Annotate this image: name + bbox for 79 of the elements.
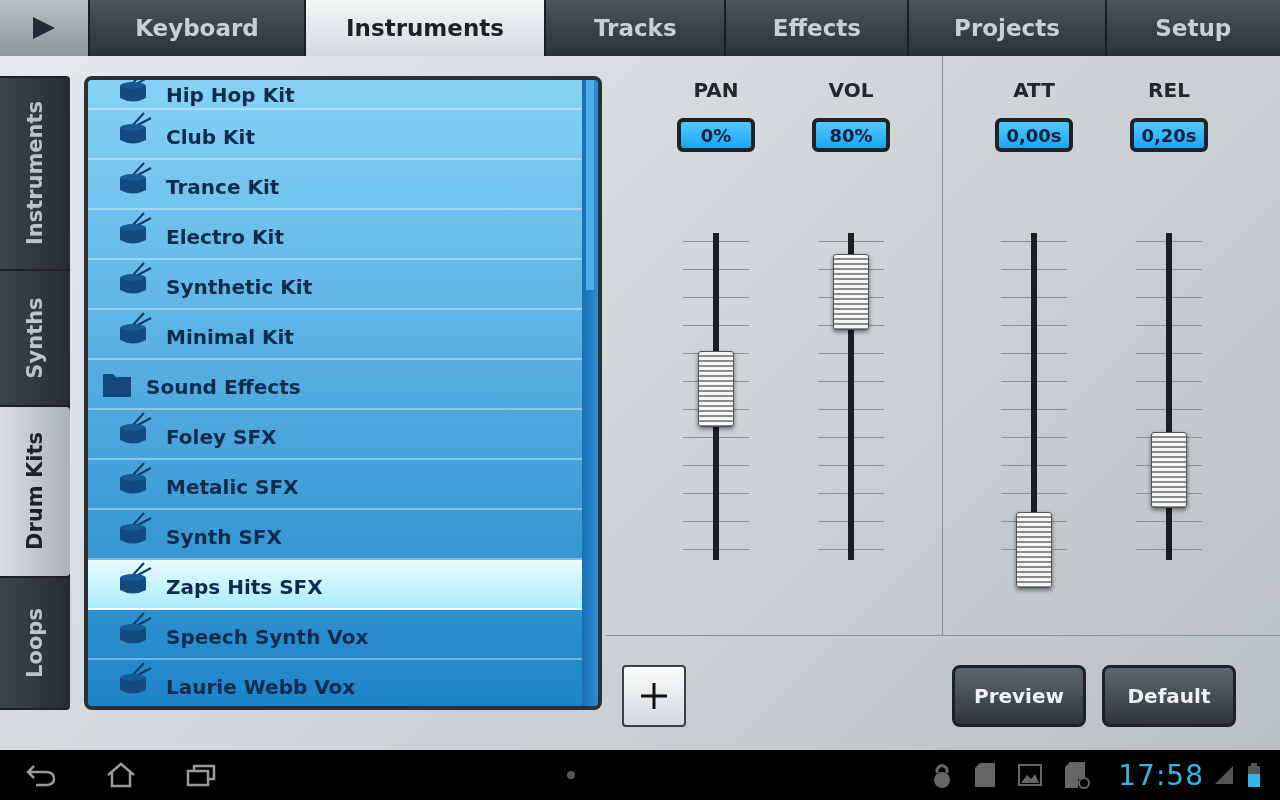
top-tab[interactable]: Projects [909,0,1105,56]
plus-icon [640,682,668,710]
drum-icon [118,612,152,646]
back-icon [26,763,56,787]
play-button[interactable] [0,0,88,56]
fader-label: REL [1148,78,1190,104]
clock: 17:58 [1118,758,1204,792]
list-item-label: Trance Kit [166,174,280,200]
list-item[interactable]: Club Kit [88,110,582,160]
fader-knob[interactable] [1151,431,1187,508]
back-button[interactable] [26,763,56,787]
dot-icon [566,770,576,780]
list-item[interactable]: Synthetic Kit [88,260,582,310]
home-button[interactable] [106,762,136,788]
side-tab[interactable]: Synths [0,270,70,406]
top-tab[interactable]: Effects [726,0,908,56]
drum-icon [118,262,152,296]
list-item[interactable]: Zaps Hits SFX [88,560,582,610]
list-item[interactable]: Hip Hop Kit [88,80,582,110]
list-item[interactable]: Sound Effects [88,360,582,410]
add-button[interactable] [622,665,686,727]
action-button[interactable]: Preview [952,665,1086,727]
list-item[interactable]: Metalic SFX [88,460,582,510]
value-display: 80% [812,118,890,152]
value-display: 0,20s [1130,118,1208,152]
list-item[interactable]: Electro Kit [88,210,582,260]
list-item-label: Electro Kit [166,224,284,250]
drum-icon [118,312,152,346]
play-icon [31,15,57,41]
list-item-label: Metalic SFX [166,474,299,500]
home-icon [106,762,136,788]
value-display: 0,00s [995,118,1073,152]
lock-icon [932,762,953,788]
drum-icon [118,512,152,546]
list-item[interactable]: Minimal Kit [88,310,582,360]
list-item-label: Club Kit [166,124,255,150]
list-item-label: Laurie Webb Vox [166,674,356,700]
list-item-label: Zaps Hits SFX [166,574,323,600]
action-button[interactable]: Default [1102,665,1236,727]
list-item-label: Speech Synth Vox [166,624,369,650]
side-tab[interactable]: Loops [0,577,70,708]
fader-knob[interactable] [698,351,734,427]
fader-label: PAN [693,78,739,104]
list-item-label: Foley SFX [166,424,277,450]
list-item-label: Minimal Kit [166,324,294,350]
folder-icon [102,372,132,398]
list-item-label: Sound Effects [146,374,301,400]
list-item[interactable]: Foley SFX [88,410,582,460]
drum-icon [118,162,152,196]
fader-knob[interactable] [1016,512,1052,588]
side-tab[interactable]: Drum Kits [0,407,70,576]
signal-icon [1214,765,1234,785]
fader-label: VOL [828,78,874,104]
list-item[interactable]: Trance Kit [88,160,582,210]
scrollbar[interactable] [582,80,598,706]
top-tab[interactable]: Tracks [546,0,725,56]
recent-apps-button[interactable] [186,763,216,787]
battery-icon [1248,763,1260,787]
drum-icon [118,212,152,246]
drum-icon [118,412,152,446]
top-tab[interactable]: Setup [1106,0,1280,56]
sd-card-error-icon [1064,761,1091,789]
top-tab[interactable]: Instruments [305,0,545,56]
list-item[interactable]: Speech Synth Vox [88,610,582,660]
recent-apps-icon [186,763,216,787]
top-tab[interactable]: Keyboard [90,0,304,56]
list-item-label: Synth SFX [166,524,282,550]
drum-icon [118,112,152,146]
side-tab[interactable]: Instruments [0,78,70,269]
fader-knob[interactable] [833,254,869,331]
image-icon [1018,764,1043,786]
fader-label: ATT [1013,78,1055,104]
sd-card-icon [974,762,997,788]
list-item-label: Hip Hop Kit [166,82,295,108]
list-item-label: Synthetic Kit [166,274,313,300]
value-display: 0% [677,118,755,152]
drum-icon [118,662,152,696]
drum-icon [118,562,152,596]
drum-icon [118,462,152,496]
